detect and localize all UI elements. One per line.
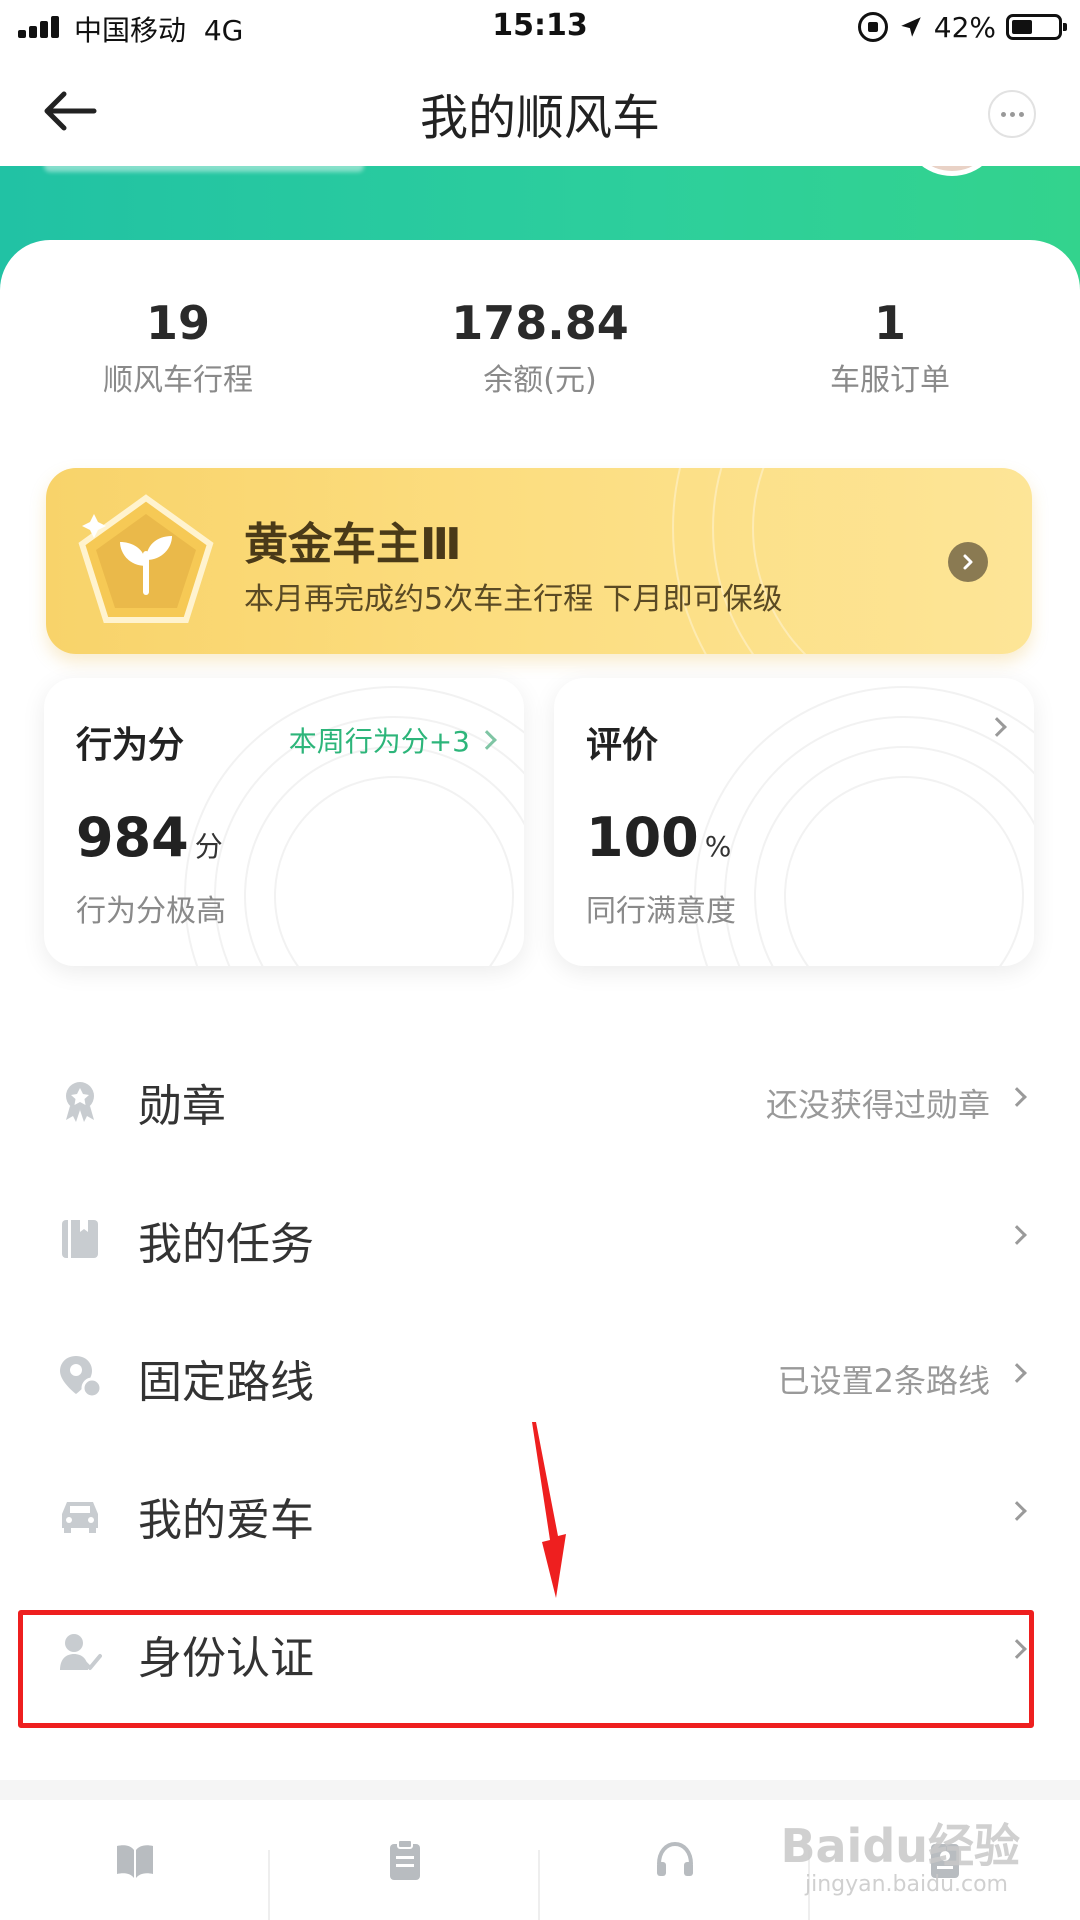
headset-icon — [657, 1841, 693, 1876]
page-title: 我的顺风车 — [419, 90, 660, 146]
chevron-right-icon — [987, 717, 1007, 737]
rating-card[interactable]: 评价 100% 同行满意度 — [554, 678, 1034, 966]
status-bar: 中国移动 4G 15:13 42% — [0, 0, 1080, 56]
chevron-right-icon — [1007, 1087, 1027, 1107]
stat-balance[interactable]: 178.84 余额(元) — [390, 295, 690, 399]
more-options-icon[interactable] — [988, 90, 1036, 138]
nav-bar: 我的顺风车 — [0, 56, 1080, 166]
behavior-score-title: 行为分 — [76, 725, 185, 766]
rating-value: 100% — [586, 806, 732, 869]
chevron-right-icon — [477, 730, 497, 750]
rating-title: 评价 — [586, 725, 659, 766]
tab-guide[interactable] — [0, 1838, 270, 1918]
annotation-highlight-box — [18, 1610, 1034, 1728]
watermark-domain: jingyan.baidu.com — [804, 1872, 1008, 1897]
menu-item-medals[interactable]: 勋章 还没获得过勋章 — [0, 1030, 1080, 1168]
chevron-right-icon — [1007, 1501, 1027, 1521]
weekly-score-link[interactable]: 本周行为分+3 — [289, 720, 497, 760]
behavior-score-desc: 行为分极高 — [76, 894, 226, 929]
rotation-lock-icon — [857, 12, 888, 42]
menu-item-tasks[interactable]: 我的任务 — [0, 1168, 1080, 1306]
gold-tier-title: 黄金车主Ⅲ — [244, 519, 462, 570]
chevron-right-icon[interactable] — [948, 542, 988, 582]
tab-support[interactable] — [540, 1838, 810, 1918]
route-pin-icon — [60, 1356, 102, 1398]
medal-icon — [66, 1082, 94, 1122]
book-icon — [117, 1845, 153, 1878]
gold-owner-card[interactable]: 黄金车主Ⅲ 本月再完成约5次车主行程 下月即可保级 — [46, 468, 1032, 654]
gold-tier-subtitle: 本月再完成约5次车主行程 下月即可保级 — [244, 582, 783, 617]
decor-arcs — [694, 686, 1034, 966]
behavior-score-value: 984 分 — [76, 806, 223, 869]
decor-arc — [752, 468, 1032, 654]
rating-link[interactable] — [987, 717, 1007, 737]
battery-icon — [1006, 14, 1067, 40]
clipboard-icon — [390, 1839, 420, 1880]
gold-badge-icon — [78, 494, 214, 623]
status-right: 42% — [857, 9, 1067, 45]
task-book-icon — [62, 1220, 98, 1258]
watermark-brand: Baidu经验 — [780, 1819, 1020, 1873]
tab-orders[interactable] — [270, 1838, 540, 1918]
rating-desc: 同行满意度 — [586, 894, 736, 929]
battery-percent: 42% — [933, 10, 996, 44]
car-icon — [62, 1502, 98, 1533]
stats-row: 19 顺风车行程 178.84 余额(元) 1 车服订单 — [0, 295, 1080, 405]
stat-service-orders[interactable]: 1 车服订单 — [740, 295, 1040, 399]
behavior-score-card[interactable]: 行为分 本周行为分+3 984 分 行为分极高 — [44, 678, 524, 966]
annotation-arrow-icon — [532, 1422, 566, 1598]
chevron-right-icon — [1007, 1225, 1027, 1245]
chevron-right-icon — [1007, 1363, 1027, 1383]
location-arrow-icon — [901, 17, 921, 37]
stat-trips[interactable]: 19 顺风车行程 — [28, 295, 328, 399]
